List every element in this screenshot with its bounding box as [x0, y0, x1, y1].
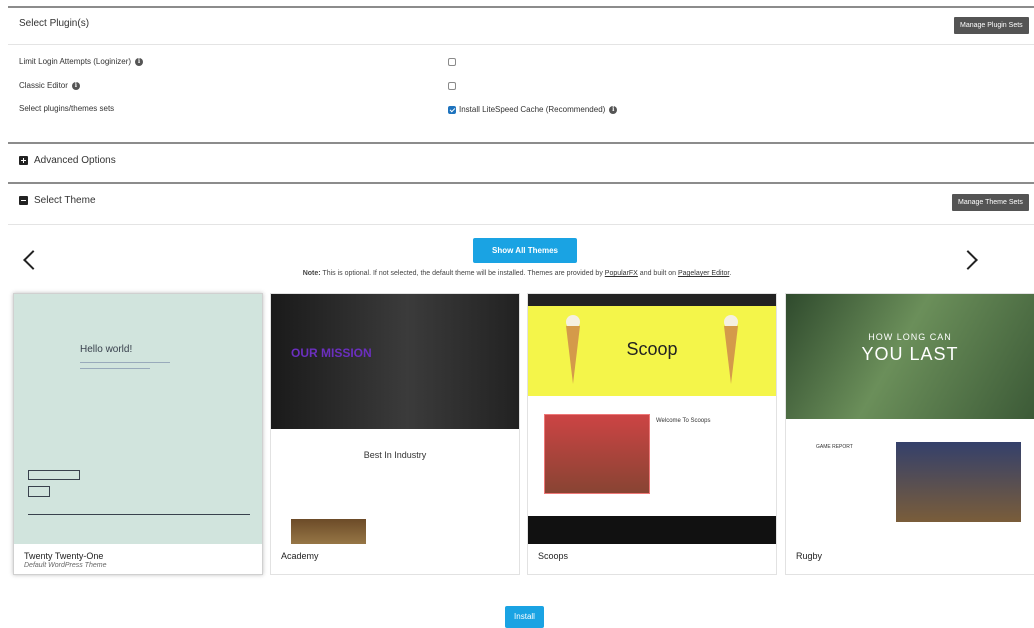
- carousel-prev-arrow-icon[interactable]: [23, 250, 43, 270]
- carousel-next-arrow-icon[interactable]: [958, 250, 978, 270]
- preview-divider: [28, 514, 250, 515]
- expand-plus-icon: [19, 156, 28, 165]
- manage-plugin-sets-button[interactable]: Manage Plugin Sets: [954, 17, 1029, 34]
- litespeed-label: Install LiteSpeed Cache (Recommended): [459, 105, 606, 114]
- preview-search-box: [28, 470, 80, 480]
- plugin-row-classic-editor: Classic Editor i: [19, 81, 80, 90]
- theme-note: Note: This is optional. If not selected,…: [0, 270, 1034, 277]
- preview-text-line: [80, 368, 150, 369]
- preview-image: [544, 414, 650, 494]
- info-icon[interactable]: i: [71, 81, 80, 90]
- theme-card-academy[interactable]: OUR MISSION Best In Industry Academy: [270, 293, 520, 575]
- theme-name: Twenty Twenty-One: [24, 551, 104, 561]
- theme-name: Rugby: [796, 551, 823, 561]
- preview-heading: Hello world!: [80, 344, 133, 355]
- note-text: .: [729, 270, 732, 277]
- theme-section-border: [8, 182, 1034, 184]
- advanced-options-toggle[interactable]: Advanced Options: [19, 155, 116, 166]
- manage-theme-sets-button[interactable]: Manage Theme Sets: [952, 194, 1029, 211]
- theme-card-rugby[interactable]: HOW LONG CAN YOU LAST GAME REPORT Rugby: [785, 293, 1034, 575]
- divider: [8, 44, 1034, 45]
- theme-preview: HOW LONG CAN YOU LAST GAME REPORT: [786, 294, 1034, 544]
- theme-preview: Hello world!: [14, 294, 262, 544]
- theme-name: Academy: [281, 551, 319, 561]
- litespeed-option: Install LiteSpeed Cache (Recommended) i: [459, 105, 618, 114]
- theme-preview: Scoop Welcome To Scoops: [528, 294, 776, 544]
- info-icon[interactable]: i: [135, 57, 144, 66]
- preview-hero: [271, 294, 519, 429]
- note-text: This is optional. If not selected, the d…: [320, 270, 605, 277]
- litespeed-checkbox[interactable]: [448, 106, 456, 114]
- plugin-row-loginizer: Limit Login Attempts (Loginizer) i: [19, 57, 144, 66]
- preview-subheading: GAME REPORT: [816, 444, 853, 450]
- theme-card-scoops[interactable]: Scoop Welcome To Scoops Scoops: [527, 293, 777, 575]
- theme-card-twenty-twenty-one[interactable]: Hello world! Twenty Twenty-One Default W…: [13, 293, 263, 575]
- preview-search-button: [28, 486, 50, 497]
- plugin-label-sets: Select plugins/themes sets: [19, 104, 115, 113]
- preview-subheading: Welcome To Scoops: [656, 418, 711, 424]
- advanced-options-label: Advanced Options: [34, 155, 116, 166]
- note-text: and built on: [637, 270, 678, 277]
- theme-subtitle: Default WordPress Theme: [24, 562, 107, 569]
- select-theme-label: Select Theme: [34, 195, 96, 206]
- show-all-themes-button[interactable]: Show All Themes: [473, 238, 577, 263]
- plugins-section-title: Select Plugin(s): [19, 18, 89, 29]
- collapse-minus-icon: [19, 196, 28, 205]
- install-button[interactable]: Install: [505, 606, 544, 628]
- advanced-section-border: [8, 142, 1034, 144]
- preview-image: [291, 519, 366, 544]
- preview-heading: Scoop: [626, 339, 678, 359]
- preview-subheading: Best In Industry: [363, 450, 427, 460]
- preview-heading: OUR MISSION: [291, 346, 372, 360]
- preview-text-line: [80, 362, 170, 363]
- popularfx-link[interactable]: PopularFX: [605, 270, 638, 277]
- plugins-section-border: [8, 6, 1034, 8]
- preview-heading: YOU LAST: [861, 344, 959, 364]
- loginizer-checkbox[interactable]: [448, 58, 456, 66]
- plugin-label-classic-editor: Classic Editor: [19, 81, 68, 90]
- preview-image: [896, 442, 1021, 522]
- preview-kicker: HOW LONG CAN: [868, 332, 952, 342]
- note-label: Note:: [302, 270, 321, 277]
- theme-preview: OUR MISSION Best In Industry: [271, 294, 519, 544]
- info-icon[interactable]: i: [609, 105, 618, 114]
- preview-nav: [528, 294, 776, 306]
- plugins-section-title-text: Select Plugin(s): [19, 18, 90, 29]
- plugin-row-sets: Select plugins/themes sets: [19, 104, 114, 113]
- classic-editor-checkbox[interactable]: [448, 82, 456, 90]
- preview-footer: [528, 516, 776, 544]
- divider: [8, 224, 1034, 225]
- plugin-label-loginizer: Limit Login Attempts (Loginizer): [19, 57, 132, 66]
- theme-name: Scoops: [538, 551, 569, 561]
- pagelayer-editor-link[interactable]: Pagelayer Editor: [678, 270, 729, 277]
- select-theme-toggle[interactable]: Select Theme: [19, 195, 96, 206]
